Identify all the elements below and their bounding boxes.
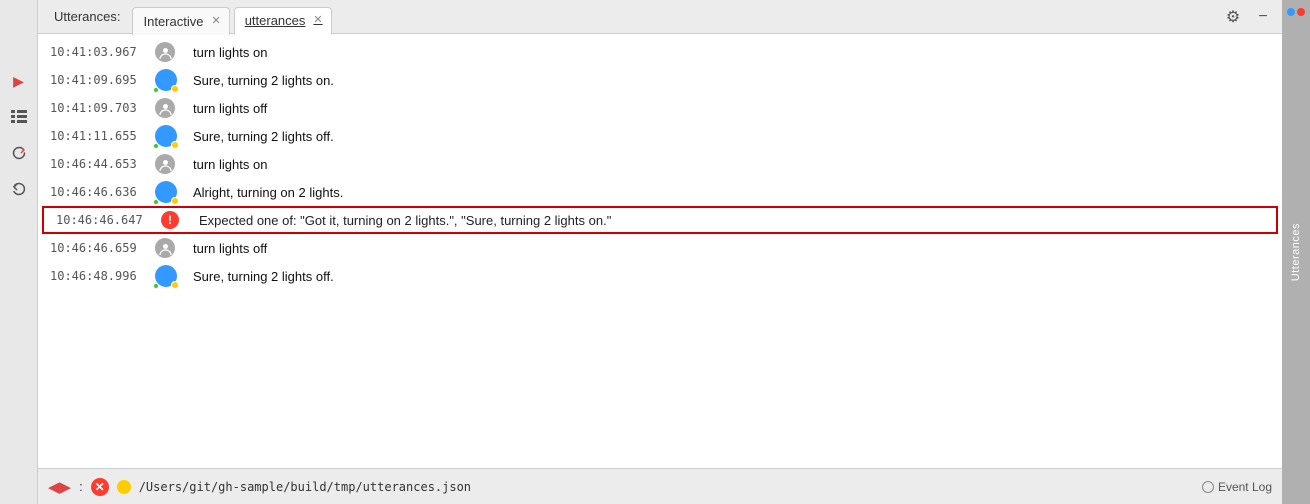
utterance-text: Expected one of: "Got it, turning on 2 l… (199, 213, 1264, 228)
timestamp: 10:46:44.653 (50, 157, 145, 171)
utterance-text: Sure, turning 2 lights off. (193, 269, 1270, 284)
file-path: /Users/git/gh-sample/build/tmp/utterance… (139, 480, 471, 494)
tab-bar-actions: ⚙ − (1222, 6, 1282, 28)
dot-blue (1287, 8, 1295, 16)
table-row: 10:46:46.659 turn lights off (38, 234, 1282, 262)
bot-avatar (155, 69, 177, 91)
timestamp: 10:41:09.703 (50, 101, 145, 115)
bot-avatar (155, 125, 177, 147)
user-avatar (155, 98, 175, 118)
user-avatar (155, 238, 175, 258)
minimize-icon[interactable]: − (1252, 6, 1274, 28)
bottom-error-icon[interactable]: ✕ (91, 478, 109, 496)
table-row: 10:46:48.996 Sure, turning 2 lights off. (38, 262, 1282, 290)
gear-icon[interactable]: ⚙ (1222, 6, 1244, 28)
avatar: ! (161, 211, 189, 229)
list-icon[interactable] (8, 106, 30, 128)
avatar (155, 154, 183, 174)
tab-utterances-label: utterances (245, 13, 306, 28)
tab-utterances[interactable]: utterances ✕ (234, 7, 332, 35)
utterance-text: Sure, turning 2 lights on. (193, 73, 1270, 88)
utterance-text: Alright, turning on 2 lights. (193, 185, 1270, 200)
avatar (155, 125, 183, 147)
bottom-play-button[interactable]: ◀▶ (48, 478, 71, 496)
error-icon: ! (161, 211, 179, 229)
utterance-text: turn lights on (193, 157, 1270, 172)
timestamp: 10:41:03.967 (50, 45, 145, 59)
tab-interactive[interactable]: Interactive ✕ (132, 7, 229, 35)
bot-avatar (155, 265, 177, 287)
event-log-area: Event Log (1202, 480, 1272, 494)
radio-icon (1202, 481, 1214, 493)
left-sidebar: ▶ (0, 0, 38, 504)
tab-utterances-close[interactable]: ✕ (313, 15, 322, 26)
bottom-bar: ◀▶ : ✕ /Users/git/gh-sample/build/tmp/ut… (38, 468, 1282, 504)
avatar (155, 265, 183, 287)
undo-icon[interactable] (8, 178, 30, 200)
avatar (155, 181, 183, 203)
timestamp: 10:41:09.695 (50, 73, 145, 87)
utterance-text: Sure, turning 2 lights off. (193, 129, 1270, 144)
sidebar-dots (1287, 8, 1305, 16)
right-sidebar[interactable]: Utterances (1282, 0, 1310, 504)
user-avatar (155, 154, 175, 174)
table-row: 10:46:44.653 turn lights on (38, 150, 1282, 178)
sidebar-label: Utterances (1290, 223, 1302, 281)
timestamp: 10:46:46.647 (56, 213, 151, 227)
utterance-text: turn lights off (193, 101, 1270, 116)
tab-interactive-close[interactable]: ✕ (211, 16, 220, 27)
bot-avatar (155, 181, 177, 203)
tab-interactive-label: Interactive (143, 14, 203, 29)
timestamp: 10:46:46.636 (50, 185, 145, 199)
utterances-list: 10:41:03.967 turn lights on 10:41:09.695… (38, 34, 1282, 468)
avatar (155, 69, 183, 91)
table-row: 10:41:03.967 turn lights on (38, 38, 1282, 66)
dot-red (1297, 8, 1305, 16)
tab-bar: Utterances: Interactive ✕ utterances ✕ ⚙… (38, 0, 1282, 34)
timestamp: 10:41:11.655 (50, 129, 145, 143)
refresh-icon[interactable] (8, 142, 30, 164)
event-log-label: Event Log (1218, 480, 1272, 494)
timestamp: 10:46:46.659 (50, 241, 145, 255)
bottom-colon: : (79, 479, 83, 494)
utterance-text: turn lights on (193, 45, 1270, 60)
table-row: 10:41:11.655 Sure, turning 2 lights off. (38, 122, 1282, 150)
play-icon[interactable]: ▶ (8, 70, 30, 92)
timestamp: 10:46:48.996 (50, 269, 145, 283)
user-avatar (155, 42, 175, 62)
utterance-text: turn lights off (193, 241, 1270, 256)
avatar (155, 42, 183, 62)
table-row: 10:46:46.636 Alright, turning on 2 light… (38, 178, 1282, 206)
error-row: 10:46:46.647 ! Expected one of: "Got it,… (42, 206, 1278, 234)
table-row: 10:41:09.695 Sure, turning 2 lights on. (38, 66, 1282, 94)
avatar (155, 98, 183, 118)
bottom-dot-yellow (117, 480, 131, 494)
main-area: Utterances: Interactive ✕ utterances ✕ ⚙… (38, 0, 1282, 504)
table-row: 10:41:09.703 turn lights off (38, 94, 1282, 122)
avatar (155, 238, 183, 258)
tab-bar-label: Utterances: (46, 9, 128, 24)
